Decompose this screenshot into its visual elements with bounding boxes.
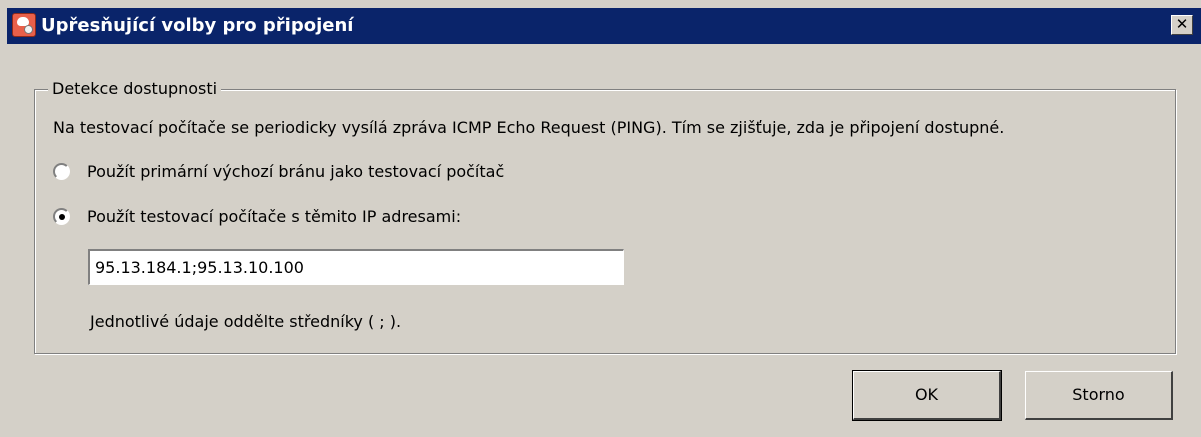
group-description: Na testovací počítače se periodicky vysí… bbox=[53, 118, 1005, 137]
window-title: Upřesňující volby pro připojení bbox=[41, 15, 354, 36]
ok-button[interactable]: OK bbox=[852, 370, 1002, 421]
separator-hint: Jednotlivé údaje oddělte středníky ( ; )… bbox=[90, 312, 402, 331]
radio-ip-addresses-label[interactable]: Použít testovací počítače s těmito IP ad… bbox=[87, 205, 461, 229]
connection-settings-icon bbox=[12, 13, 36, 37]
title-bar[interactable]: Upřesňující volby pro připojení ✕ bbox=[7, 8, 1201, 44]
radio-primary-gateway-button[interactable] bbox=[53, 163, 70, 180]
cancel-button[interactable]: Storno bbox=[1025, 371, 1173, 420]
group-legend: Detekce dostupnosti bbox=[48, 78, 222, 100]
dialog-window: Upřesňující volby pro připojení ✕ Detekc… bbox=[0, 0, 1201, 437]
ip-addresses-input[interactable] bbox=[88, 249, 624, 285]
close-icon: ✕ bbox=[1175, 15, 1189, 33]
radio-primary-gateway-label[interactable]: Použít primární výchozí bránu jako testo… bbox=[87, 160, 504, 184]
close-button[interactable]: ✕ bbox=[1171, 15, 1193, 35]
radio-ip-addresses-button[interactable] bbox=[53, 208, 70, 225]
